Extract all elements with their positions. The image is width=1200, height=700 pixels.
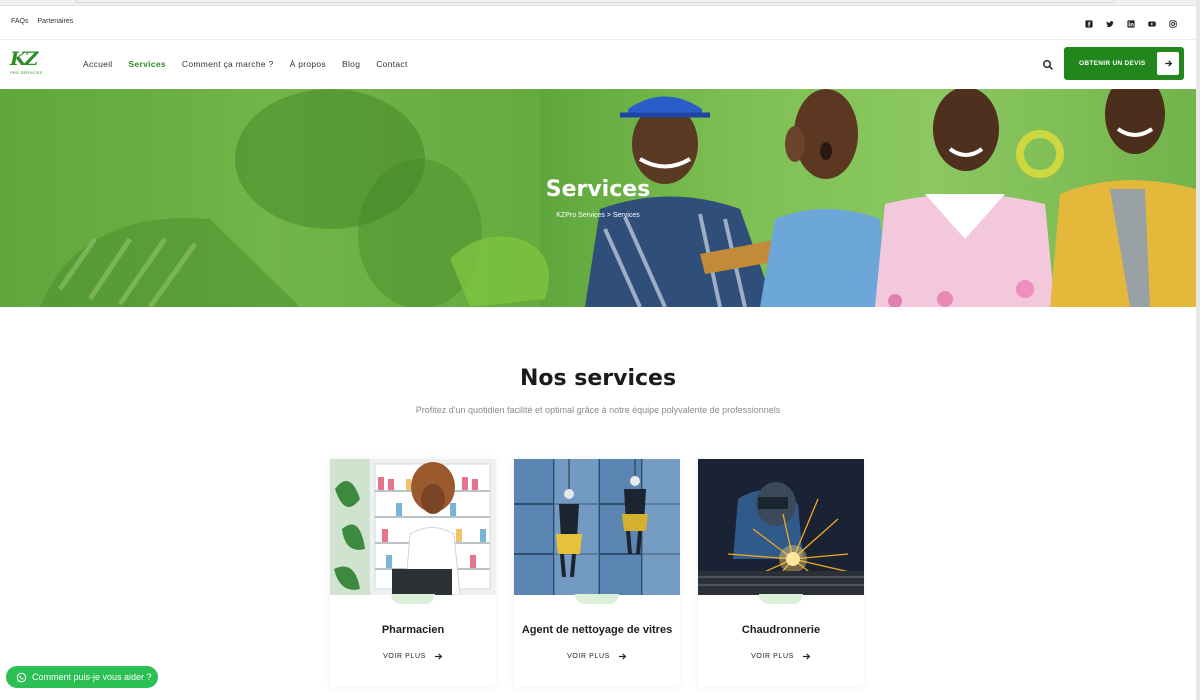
twitter-icon[interactable] <box>1105 19 1115 29</box>
card-accent <box>759 594 803 604</box>
voir-plus-label: VOIR PLUS <box>383 653 426 660</box>
voir-plus-label: VOIR PLUS <box>751 653 794 660</box>
service-card-chaudronnerie[interactable]: Chaudronnerie VOIR PLUS <box>698 459 864 687</box>
welding-image <box>698 459 864 595</box>
arrow-right-icon <box>434 653 443 660</box>
window-cleaning-image <box>514 459 680 595</box>
facebook-icon[interactable] <box>1084 19 1094 29</box>
social-links <box>1084 19 1178 29</box>
main-navigation: KZ PRO SERVICES Accueil Services Comment… <box>0 40 1196 89</box>
whatsapp-chat-button[interactable]: Comment puis-je vous aider ? <box>6 666 158 688</box>
nav-item-accueil[interactable]: Accueil <box>83 59 113 69</box>
get-quote-label: OBTENIR UN DEVIS <box>1079 60 1146 67</box>
logo-subtitle: PRO SERVICES <box>10 70 43 75</box>
section-title: Nos services <box>519 366 677 391</box>
nav-item-contact[interactable]: Contact <box>376 59 407 69</box>
whatsapp-icon <box>16 672 27 682</box>
get-quote-button[interactable]: OBTENIR UN DEVIS <box>1064 47 1184 80</box>
browser-chrome <box>0 0 1200 6</box>
linkedin-icon[interactable] <box>1126 19 1136 29</box>
breadcrumb[interactable]: KZPro Services > Services <box>0 212 1196 219</box>
arrow-right-icon <box>618 653 627 660</box>
service-card-pharmacien[interactable]: Pharmacien VOIR PLUS <box>330 459 496 687</box>
pharmacist-image <box>330 459 496 595</box>
brand-logo[interactable]: KZ PRO SERVICES <box>10 50 46 80</box>
instagram-icon[interactable] <box>1168 19 1178 29</box>
hero-banner: Services KZPro Services > Services <box>0 89 1196 307</box>
service-card-nettoyage-vitres[interactable]: Agent de nettoyage de vitres VOIR PLUS <box>514 459 680 687</box>
nav-item-a-propos[interactable]: À propos <box>290 59 326 69</box>
nav-item-comment-ca-marche[interactable]: Comment ça marche ? <box>182 59 274 69</box>
arrow-right-icon <box>802 653 811 660</box>
top-utility-bar: FAQs Partenaires <box>0 7 1196 40</box>
section-subtitle: Profitez d'un quotidien facilité et opti… <box>415 405 781 415</box>
voir-plus-link[interactable]: VOIR PLUS <box>698 652 864 661</box>
nav-menu: Accueil Services Comment ça marche ? À p… <box>83 59 408 69</box>
card-title: Pharmacien <box>381 624 445 636</box>
scrollbar[interactable] <box>1196 0 1200 700</box>
voir-plus-link[interactable]: VOIR PLUS <box>330 652 496 661</box>
card-title: Chaudronnerie <box>741 624 821 636</box>
voir-plus-link[interactable]: VOIR PLUS <box>514 652 680 661</box>
partenaires-link[interactable]: Partenaires <box>38 18 74 25</box>
faqs-link[interactable]: FAQs <box>11 18 29 25</box>
voir-plus-label: VOIR PLUS <box>567 653 610 660</box>
nav-item-services[interactable]: Services <box>129 59 166 69</box>
youtube-icon[interactable] <box>1147 19 1157 29</box>
arrow-right-icon <box>1157 52 1179 75</box>
search-icon[interactable] <box>1042 58 1054 70</box>
card-accent <box>391 594 435 604</box>
logo-mark: KZ <box>10 48 38 70</box>
hero-title: Services <box>545 177 651 202</box>
utility-links: FAQs Partenaires <box>11 18 73 25</box>
card-title: Agent de nettoyage de vitres <box>521 624 673 636</box>
nav-item-blog[interactable]: Blog <box>342 59 360 69</box>
chat-label: Comment puis-je vous aider ? <box>32 672 152 682</box>
card-accent <box>575 594 619 604</box>
address-bar-edge <box>75 0 1115 3</box>
